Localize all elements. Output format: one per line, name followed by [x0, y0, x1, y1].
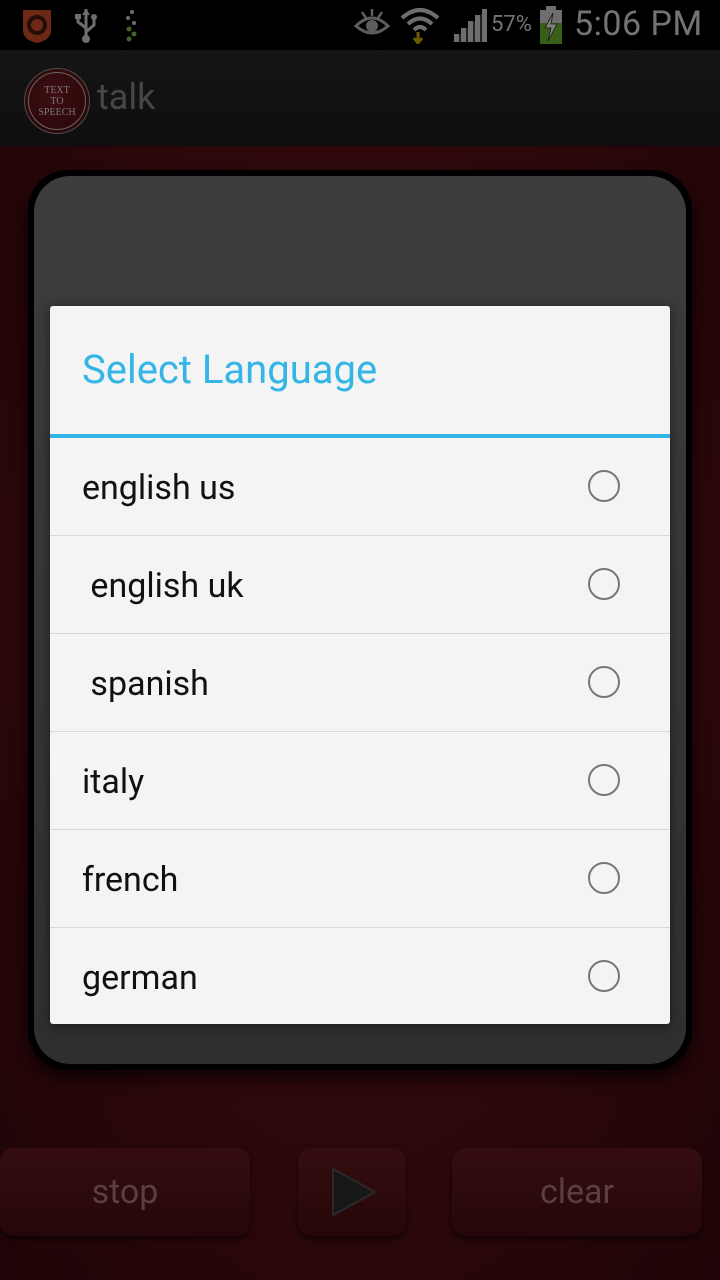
language-option-french[interactable]: french — [50, 830, 670, 928]
option-label: italy — [82, 762, 145, 802]
radio-button[interactable] — [588, 568, 620, 600]
language-options-list: english us english uk spanish italy fren… — [50, 438, 670, 1025]
option-label: english uk — [82, 566, 244, 606]
option-label: spanish — [82, 664, 209, 704]
radio-button[interactable] — [588, 666, 620, 698]
language-option-german[interactable]: german — [50, 928, 670, 1025]
radio-button[interactable] — [588, 470, 620, 502]
option-label: german — [82, 958, 198, 998]
language-option-english-uk[interactable]: english uk — [50, 536, 670, 634]
radio-button[interactable] — [588, 862, 620, 894]
radio-button[interactable] — [588, 764, 620, 796]
select-language-dialog: Select Language english us english uk sp… — [50, 306, 670, 1024]
option-label: english us — [82, 468, 236, 508]
language-option-italy[interactable]: italy — [50, 732, 670, 830]
dialog-title: Select Language — [82, 346, 378, 393]
language-option-english-us[interactable]: english us — [50, 438, 670, 536]
language-option-spanish[interactable]: spanish — [50, 634, 670, 732]
radio-button[interactable] — [588, 960, 620, 992]
option-label: french — [82, 860, 179, 900]
